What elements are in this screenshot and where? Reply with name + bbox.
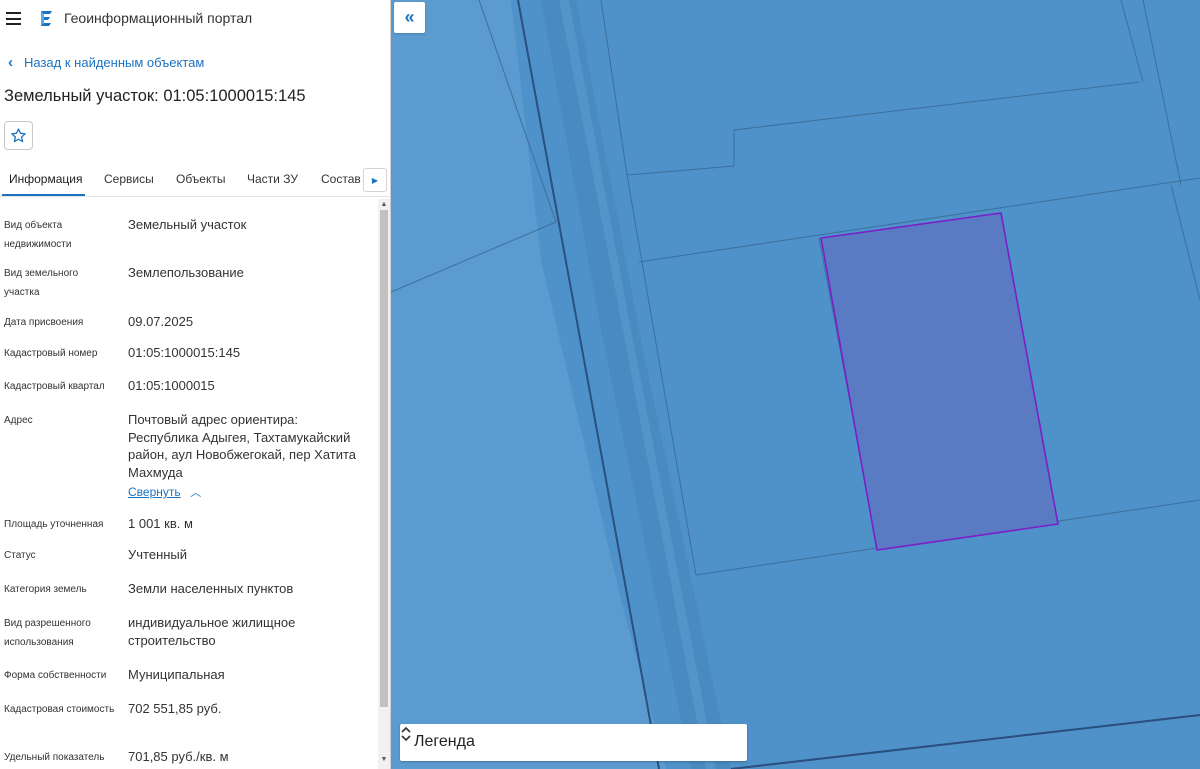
attribute-label: Кадастровый квартал: [4, 381, 105, 392]
boundary-line: [1142, 0, 1182, 186]
attribute-label: Статус: [4, 550, 36, 561]
attribute-value: Муниципальная: [128, 667, 225, 682]
active-tab-indicator: [2, 194, 85, 196]
boundary-line: [600, 0, 628, 176]
attribute-value: индивидуальное жилищное строительство: [128, 615, 296, 648]
attribute-value: Земельный участок: [128, 217, 247, 232]
south-road-line: [730, 714, 1200, 769]
boundary-line: [1170, 184, 1200, 301]
selected-parcel: [820, 212, 1059, 551]
attribute-label: Удельный показатель: [4, 752, 105, 763]
legend-label: Легенда: [414, 733, 475, 750]
tab-bar: Информация Сервисы Объекты Части ЗУ Сост…: [0, 163, 390, 197]
collapse-address-link[interactable]: Свернуть: [128, 485, 181, 499]
collapse-panel-button[interactable]: «: [394, 2, 425, 33]
attribute-value: Учтенный: [128, 547, 188, 562]
double-chevron-left-icon: «: [404, 7, 415, 27]
tab-parcel-parts[interactable]: Части ЗУ: [247, 172, 298, 186]
attribute-label: Кадастровая стоимость: [4, 704, 115, 715]
attribute-value: 01:05:1000015:145: [128, 345, 241, 360]
chevron-left-icon: ‹: [8, 54, 13, 71]
unfold-icon[interactable]: [400, 724, 412, 744]
scroll-down-icon[interactable]: ▼: [378, 754, 390, 765]
address-text: Почтовый адрес ориентира: Республика Ады…: [128, 412, 357, 480]
attribute-value: 09.07.2025: [128, 314, 194, 329]
back-link-label: Назад к найденным объектам: [24, 55, 205, 70]
attribute-value: Землепользование: [128, 265, 244, 280]
chevron-up-icon[interactable]: ︿: [190, 485, 201, 503]
panel-scrollbar[interactable]: ▲ ▼: [378, 199, 390, 769]
tab-services[interactable]: Сервисы: [104, 172, 154, 186]
attribute-label: Адрес: [4, 415, 33, 426]
portal-logo-icon[interactable]: [38, 9, 56, 28]
attribute-label: Форма собственности: [4, 670, 107, 681]
tabs-scroll-right-button[interactable]: ▶: [363, 168, 387, 192]
back-to-results-link[interactable]: ‹ Назад к найденным объектам: [8, 55, 204, 70]
attribute-label: Площадь уточненная: [4, 519, 104, 530]
object-title: Земельный участок: 01:05:1000015:145: [4, 87, 306, 105]
map-canvas[interactable]: [391, 0, 1200, 769]
attribute-value: 1 001 кв. м: [128, 516, 193, 531]
attributes-list: Вид объекта недвижимости Земельный участ…: [0, 200, 378, 769]
attribute-label: Вид разрешенного использования: [4, 618, 91, 648]
map-view[interactable]: « Легенда: [391, 0, 1200, 769]
tab-composition[interactable]: Состав: [321, 172, 361, 186]
attribute-label: Дата присвоения: [4, 317, 84, 328]
legend-dropdown[interactable]: Легенда: [400, 724, 747, 761]
tab-objects[interactable]: Объекты: [176, 172, 226, 186]
favorite-button[interactable]: [4, 121, 33, 150]
attribute-label: Вид объекта недвижимости: [4, 220, 72, 250]
attribute-value: 01:05:1000015: [128, 378, 215, 393]
attribute-value: Земли населенных пунктов: [128, 581, 294, 596]
top-bar: Геоинформационный портал: [0, 0, 390, 38]
boundary-line: [626, 81, 1141, 176]
chevron-right-icon: ▶: [371, 175, 379, 185]
boundary-line: [1120, 0, 1144, 83]
hamburger-icon[interactable]: [6, 12, 21, 25]
attribute-value: Почтовый адрес ориентира: Республика Ады…: [128, 411, 368, 503]
portal-title: Геоинформационный портал: [64, 10, 253, 26]
attribute-label: Вид земельного участка: [4, 268, 79, 298]
scroll-up-icon[interactable]: ▲: [378, 199, 390, 210]
star-outline-icon: [11, 128, 26, 143]
attribute-label: Категория земель: [4, 584, 87, 595]
info-panel: Геоинформационный портал ‹ Назад к найде…: [0, 0, 391, 769]
scrollbar-thumb[interactable]: [380, 210, 388, 707]
attribute-value: 701,85 руб./кв. м: [128, 749, 229, 764]
tab-information[interactable]: Информация: [9, 172, 82, 186]
attribute-value: 702 551,85 руб.: [128, 701, 222, 716]
attribute-label: Кадастровый номер: [4, 348, 98, 359]
